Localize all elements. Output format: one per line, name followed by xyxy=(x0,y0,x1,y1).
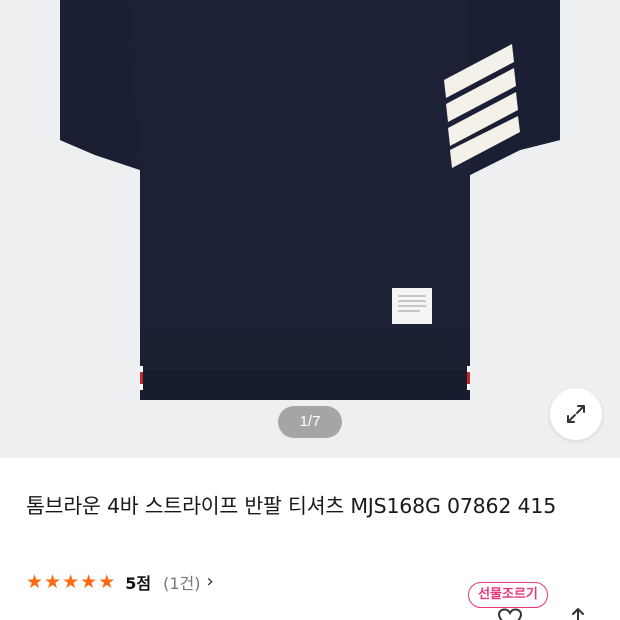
product-title: 톰브라운 4바 스트라이프 반팔 티셔츠 MJS168G 07862 415 xyxy=(26,494,557,518)
expand-image-button[interactable] xyxy=(550,388,602,440)
image-counter: 1/7 xyxy=(278,406,342,438)
review-count[interactable]: (1건) xyxy=(163,570,200,594)
rating-score: 5점 xyxy=(125,574,152,593)
chevron-right-icon[interactable]: › xyxy=(206,573,213,591)
star-icon: ★ xyxy=(44,571,62,593)
rating-row[interactable]: ★ ★ ★ ★ ★ 5점 (1건) › xyxy=(26,568,214,596)
star-icon: ★ xyxy=(80,571,98,593)
star-icon: ★ xyxy=(98,571,116,593)
expand-arrows-icon xyxy=(567,405,585,423)
star-icon: ★ xyxy=(62,571,80,593)
heart-icon[interactable] xyxy=(497,608,523,620)
rating-stars: ★ ★ ★ ★ ★ xyxy=(26,572,115,592)
share-icon[interactable] xyxy=(568,606,588,620)
star-icon: ★ xyxy=(26,571,44,593)
gift-request-badge[interactable]: 선물조르기 xyxy=(468,582,548,608)
product-photo xyxy=(60,0,560,400)
product-image-gallery[interactable]: 1/7 xyxy=(0,0,620,458)
